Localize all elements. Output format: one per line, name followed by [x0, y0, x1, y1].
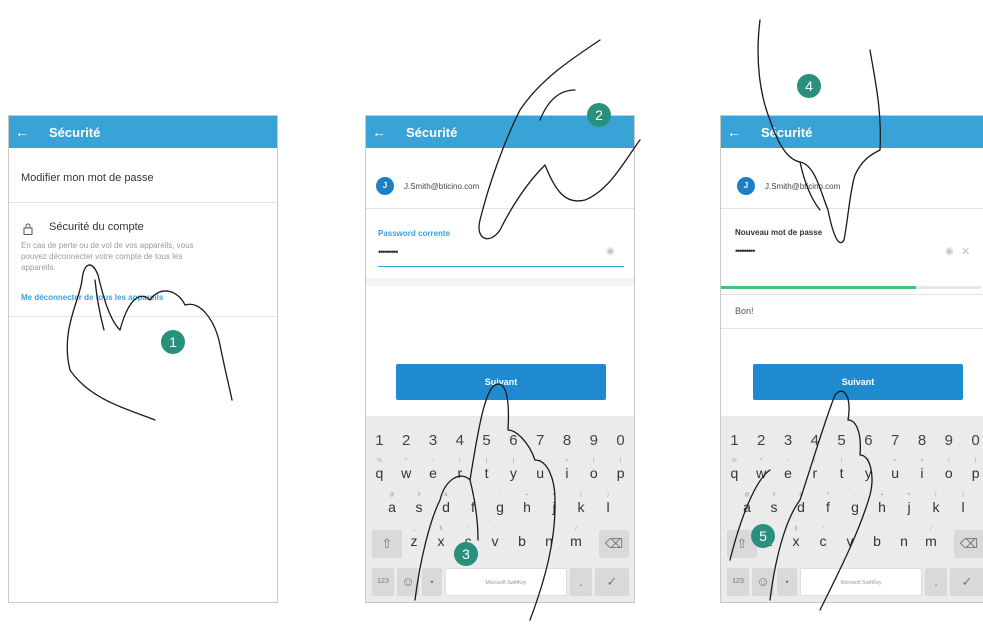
step-badge: 2	[587, 103, 611, 127]
hand-outline	[414, 383, 556, 621]
hand-outline	[478, 39, 641, 240]
step-badge: 1	[161, 330, 185, 354]
instruction-scene: ← Sécurité Modifier mon mot de passe Séc…	[0, 0, 983, 630]
finger-line	[469, 479, 479, 541]
step-badge: 3	[454, 542, 478, 566]
wrist-line	[69, 369, 156, 421]
step-badge: 5	[751, 524, 775, 548]
step-badge: 4	[797, 74, 821, 98]
finger-line	[539, 89, 576, 121]
finger-line	[94, 279, 105, 331]
pointing-hands-illustration	[66, 19, 881, 621]
hand-outline	[66, 264, 233, 401]
hand-outline	[769, 390, 873, 611]
